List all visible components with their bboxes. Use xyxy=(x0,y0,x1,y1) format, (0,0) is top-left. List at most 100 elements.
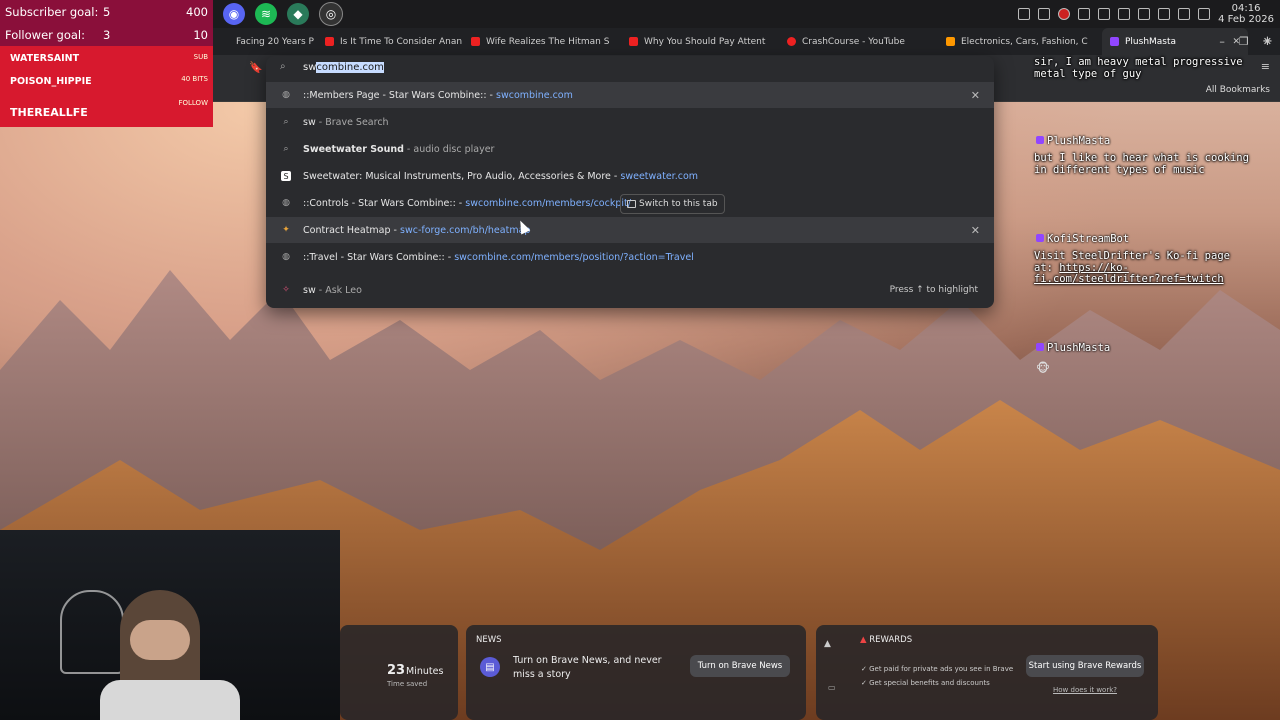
browser-tab[interactable]: Electronics, Cars, Fashion, C xyxy=(938,28,1102,55)
tab-label: CrashCourse - YouTube xyxy=(802,36,905,47)
suggestion-title: sw xyxy=(303,284,316,296)
maximize-icon[interactable]: ❐ xyxy=(1239,35,1249,48)
follower-goal-label: Follower goal: xyxy=(5,28,85,42)
switch-to-tab-button[interactable]: Switch to this tab xyxy=(620,194,725,214)
bookmark-icon[interactable]: 🔖 xyxy=(249,61,263,74)
clock-time: 04:16 xyxy=(1231,3,1261,14)
suggestion-row[interactable]: S Sweetwater: Musical Instruments, Pro A… xyxy=(266,163,994,189)
event-type: FOLLOW xyxy=(178,99,208,107)
globe-icon: ◍ xyxy=(282,90,290,100)
rewards-line-text: Get special benefits and discounts xyxy=(869,679,990,687)
layers-app-icon[interactable]: ◆ xyxy=(287,3,309,25)
tab-label: PlushMasta xyxy=(1125,36,1177,47)
browser-tab[interactable]: CrashCourse - YouTube xyxy=(779,28,938,55)
mic-icon[interactable] xyxy=(1178,8,1191,20)
browser-tab[interactable]: Why You Should Pay Attent xyxy=(621,28,779,55)
suggestion-title: ::Members Page - Star Wars Combine:: - xyxy=(303,89,497,101)
tray-icon[interactable] xyxy=(1018,8,1031,20)
rewards-title: ▲ REWARDS xyxy=(860,635,912,645)
event-name: THEREALLFE xyxy=(10,106,88,119)
suggestion-row[interactable]: ✧ sw - Ask Leo Press ↑ to highlight xyxy=(266,277,994,303)
discord-icon[interactable]: ◉ xyxy=(223,3,245,25)
remove-suggestion-icon[interactable]: ✕ xyxy=(971,224,980,237)
suggestion-row[interactable]: ⌕ Sweetwater Sound - audio disc player xyxy=(266,136,994,162)
suggestion-row[interactable]: ◍ ::Members Page - Star Wars Combine:: -… xyxy=(266,82,994,108)
subscriber-goal-label: Subscriber goal: xyxy=(5,5,99,19)
chat-username: PlushMasta xyxy=(1036,135,1110,147)
subscriber-goal-current: 5 xyxy=(103,5,111,19)
browser-tab[interactable]: Facing 20 Years P xyxy=(213,28,317,55)
record-icon[interactable] xyxy=(1058,8,1071,20)
how-it-works-link[interactable]: How does it work? xyxy=(1053,686,1117,694)
browser-tab[interactable]: Wife Realizes The Hitman S xyxy=(463,28,621,55)
volume-icon[interactable] xyxy=(1138,8,1151,20)
wifi-icon[interactable] xyxy=(1198,8,1211,20)
address-bar[interactable]: ⌕ swcombine.com xyxy=(266,56,994,80)
event-name: POISON_HIPPIE xyxy=(10,76,92,87)
twitch-icon xyxy=(1110,37,1119,46)
event-type: 40 BITS xyxy=(181,75,208,83)
suggestion-title: Sweetwater Sound xyxy=(303,143,404,155)
suggestion-row[interactable]: ◍ ::Controls - Star Wars Combine:: - swc… xyxy=(266,190,994,216)
suggestion-url: swcombine.com/members/cockpit/ xyxy=(465,197,631,209)
highlight-hint: Press ↑ to highlight xyxy=(889,285,978,295)
obs-icon[interactable]: ◎ xyxy=(319,2,343,26)
close-window-icon[interactable]: ✕ xyxy=(1263,35,1272,48)
chat-username: KofiStreamBot xyxy=(1036,233,1129,245)
tab-label: Facing 20 Years P xyxy=(236,36,314,47)
rewards-line-text: Get paid for private ads you see in Brav… xyxy=(869,665,1014,673)
time-saved-unit: Minutes xyxy=(406,666,444,677)
suggestion-url: swcombine.com xyxy=(496,89,573,101)
news-title: NEWS xyxy=(476,635,502,645)
youtube-icon xyxy=(325,37,334,46)
event-type: SUB xyxy=(193,53,208,61)
spotify-icon[interactable]: ≋ xyxy=(255,3,277,25)
tray-icon[interactable] xyxy=(1098,8,1111,20)
address-input-text[interactable]: swcombine.com xyxy=(303,62,384,73)
rewards-icon: ▲ xyxy=(860,635,867,645)
suggestion-suffix: - audio disc player xyxy=(403,143,495,155)
suggestion-row[interactable]: ⌕ sw - Brave Search xyxy=(266,109,994,135)
suggestion-title: Contract Heatmap - xyxy=(303,224,400,236)
sweetwater-icon: S xyxy=(281,171,291,181)
follower-goal-target: 10 xyxy=(193,28,208,42)
omnibox-dropdown: ⌕ swcombine.com ◍ ::Members Page - Star … xyxy=(266,56,994,308)
heatmap-icon: ✦ xyxy=(282,225,290,235)
chat-message: but I like to hear what is cooking in di… xyxy=(1034,152,1249,176)
browser-tab[interactable]: Is It Time To Consider Anan xyxy=(317,28,463,55)
tab-label: Why You Should Pay Attent xyxy=(644,36,766,47)
suggestion-suffix: - Brave Search xyxy=(315,116,389,128)
tray-icon[interactable] xyxy=(1078,8,1091,20)
time-saved-label: Time saved xyxy=(387,680,428,688)
rewards-line: ✓ Get paid for private ads you see in Br… xyxy=(861,665,1014,673)
turn-on-news-button[interactable]: Turn on Brave News xyxy=(690,655,790,677)
browser-tab-strip: Facing 20 Years P Is It Time To Consider… xyxy=(213,28,1280,55)
search-icon: ⌕ xyxy=(280,61,286,72)
stream-events-panel: WATERSAINT SUB POISON_HIPPIE 40 BITS THE… xyxy=(0,46,213,127)
window-controls: – ❐ ✕ xyxy=(1219,28,1272,55)
tray-icon[interactable] xyxy=(1038,8,1051,20)
start-rewards-button[interactable]: Start using Brave Rewards xyxy=(1026,655,1144,677)
minimize-icon[interactable]: – xyxy=(1219,35,1225,48)
shop-icon xyxy=(946,37,955,46)
remove-suggestion-icon[interactable]: ✕ xyxy=(971,89,980,102)
globe-icon: ◍ xyxy=(282,198,290,208)
news-widget: NEWS ▤ Turn on Brave News, and never mis… xyxy=(466,625,806,720)
chat-username: PlushMasta xyxy=(1036,342,1110,354)
microphone-icon xyxy=(60,590,124,674)
typed-text: sw xyxy=(303,62,317,73)
tab-label: Is It Time To Consider Anan xyxy=(340,36,463,47)
suggestion-row[interactable]: ◍ ::Travel - Star Wars Combine:: - swcom… xyxy=(266,244,994,270)
stream-goals-panel: Subscriber goal: 5 400 Follower goal: 3 … xyxy=(0,0,213,46)
chat-message: Visit SteelDrifter's Ko-fi page at: http… xyxy=(1034,250,1254,286)
clock[interactable]: 04:16 4 Feb 2026 xyxy=(1218,3,1274,25)
suggestion-title: sw xyxy=(303,116,316,128)
follower-goal-current: 3 xyxy=(103,28,111,42)
brightness-icon[interactable] xyxy=(1158,8,1171,20)
rewards-widget: ▲ ▲ REWARDS ✓ Get paid for private ads y… xyxy=(816,625,1158,720)
kofi-link[interactable]: https://ko-fi.com/steeldrifter?ref=twitc… xyxy=(1034,262,1224,286)
news-text: Turn on Brave News, and never miss a sto… xyxy=(513,655,662,680)
suggestion-row[interactable]: ✦ Contract Heatmap - swc-forge.com/bh/he… xyxy=(266,217,994,243)
system-taskbar: ◉ ≋ ◆ ◎ 04:16 4 Feb 2026 xyxy=(213,0,1280,28)
tray-icon[interactable] xyxy=(1118,8,1131,20)
